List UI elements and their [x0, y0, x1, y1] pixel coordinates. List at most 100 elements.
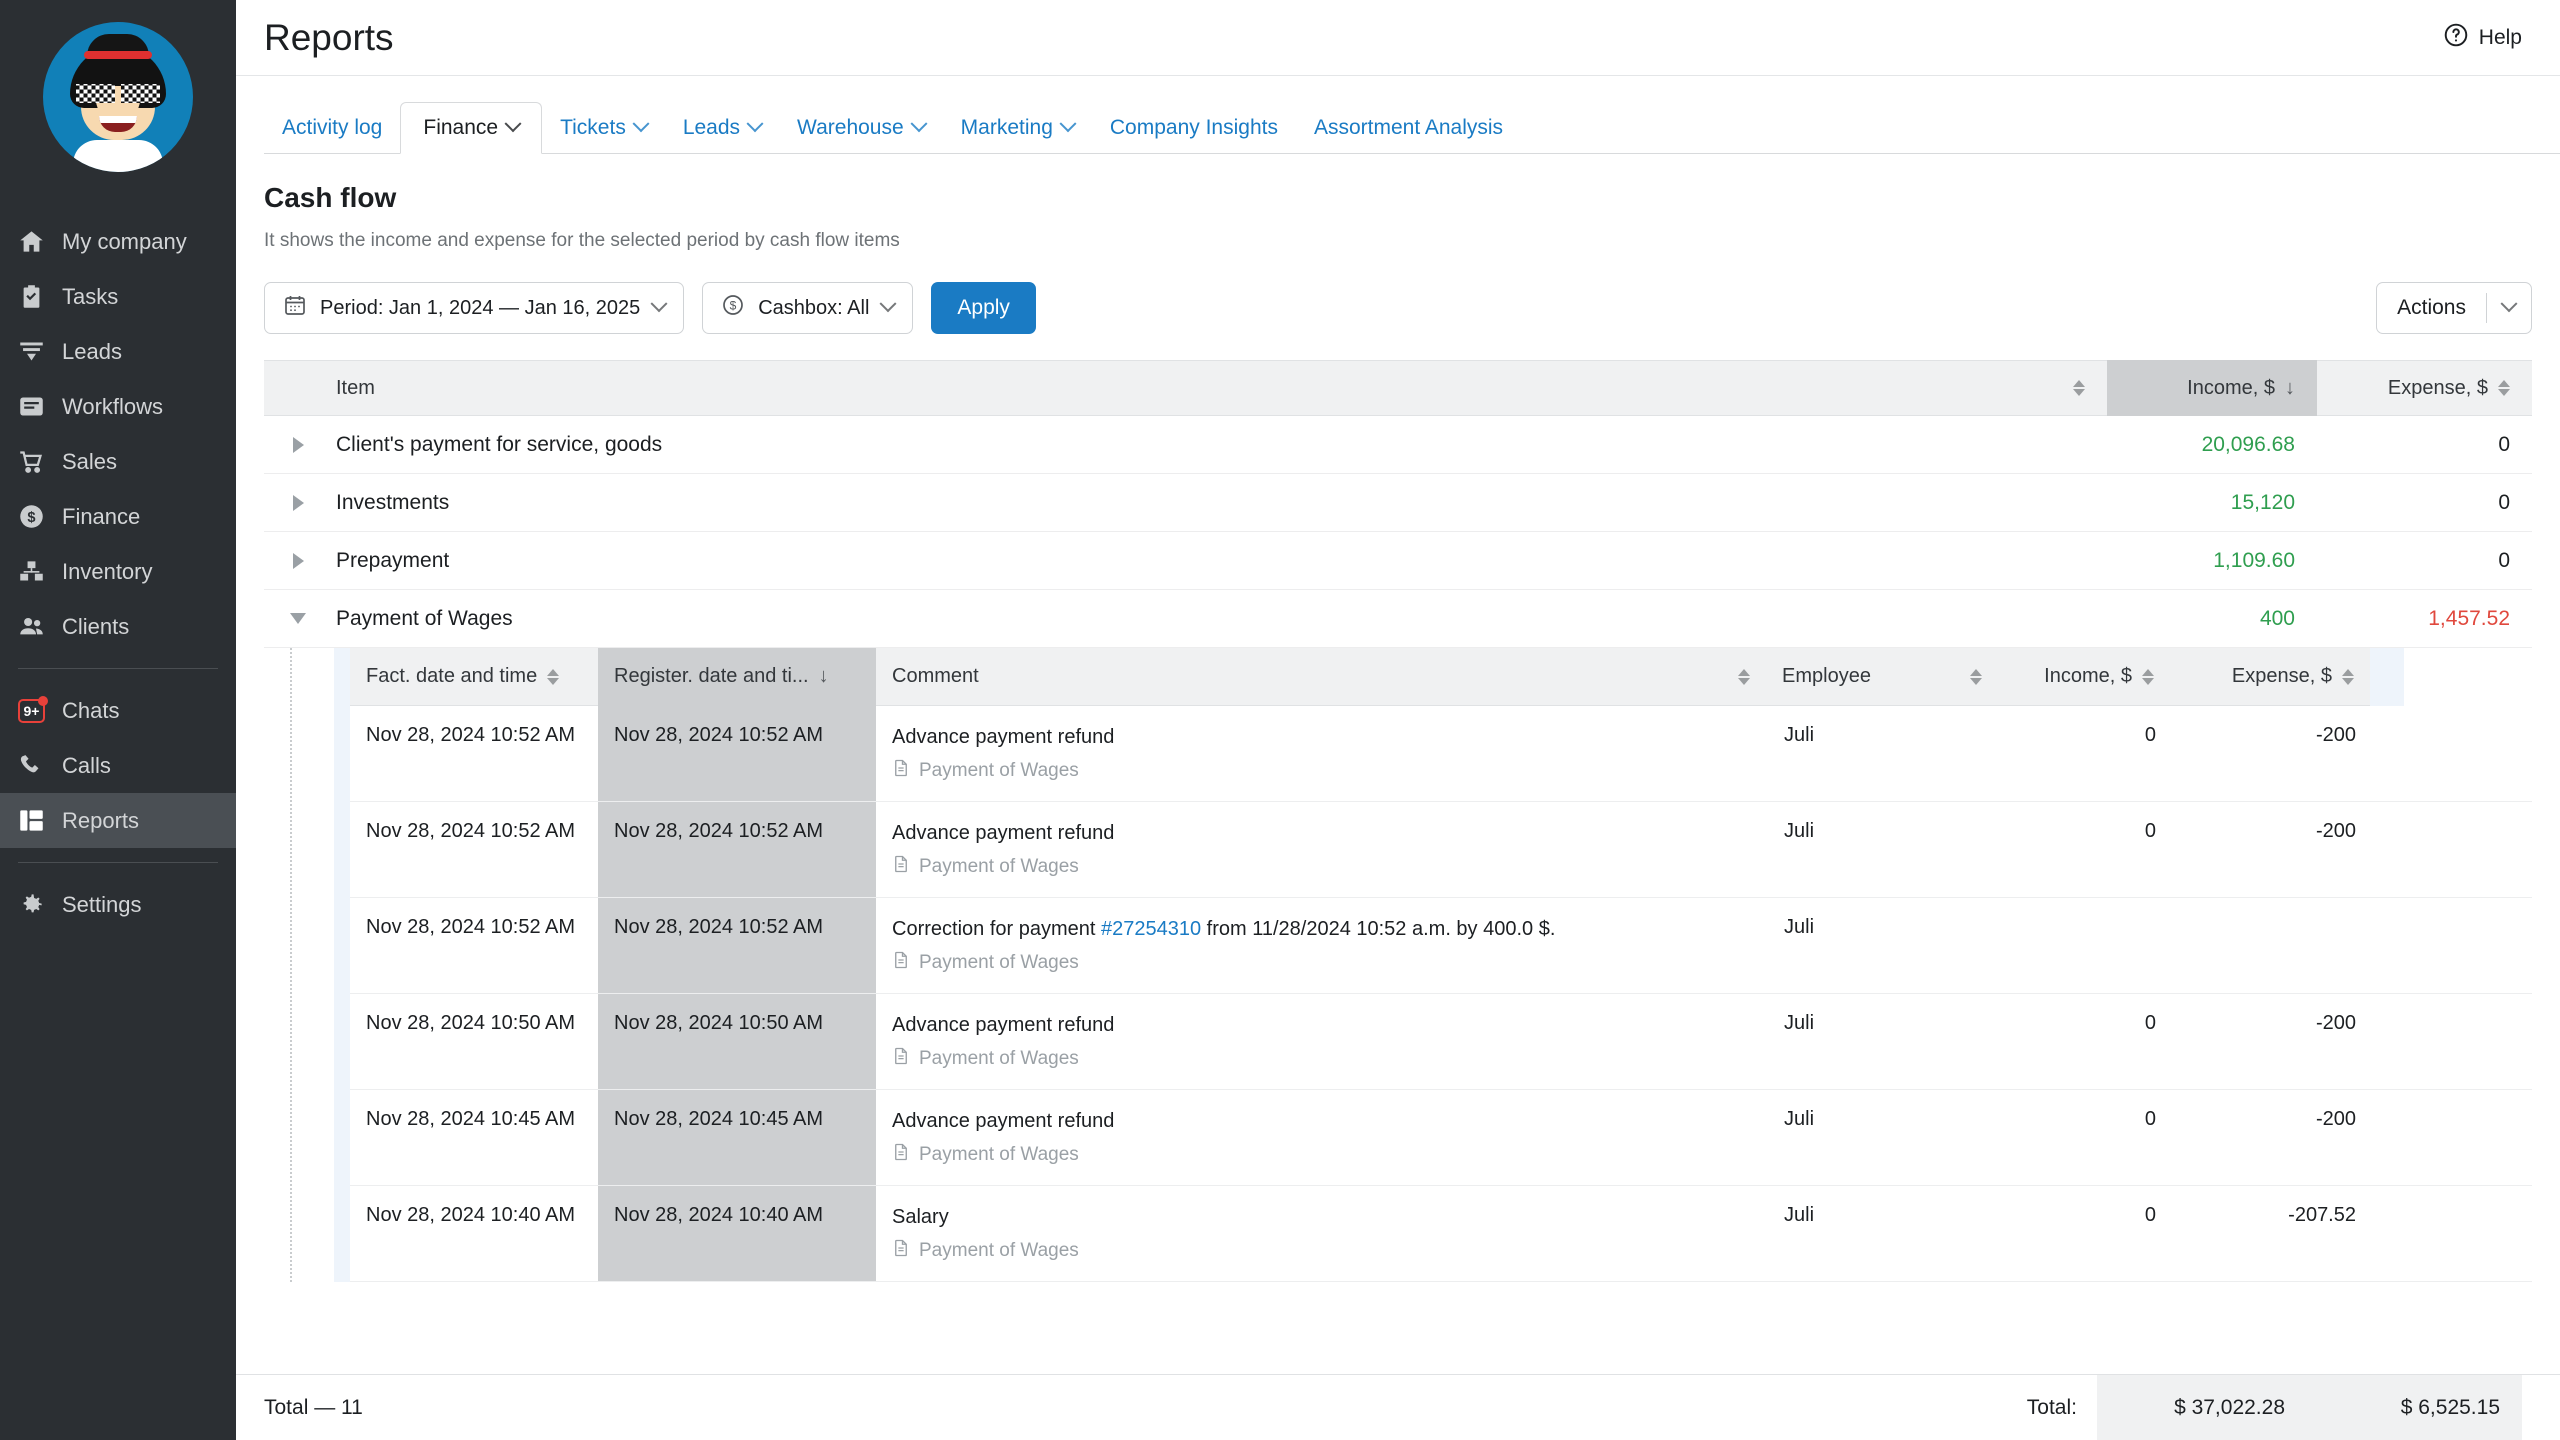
table-row[interactable]: Prepayment 1,109.60 0 [264, 532, 2532, 590]
gear-icon [18, 891, 45, 918]
cell-spacer [2404, 1090, 2532, 1185]
sidebar-item-settings[interactable]: Settings [0, 877, 236, 932]
tab-warehouse[interactable]: Warehouse [779, 102, 943, 154]
sidebar-item-tasks[interactable]: Tasks [0, 269, 236, 324]
table-row[interactable]: Investments 15,120 0 [264, 474, 2532, 532]
column-header-item[interactable]: Item [332, 360, 2107, 416]
cell-sub-expense [2172, 898, 2372, 993]
actions-button[interactable]: Actions [2376, 282, 2532, 334]
sort-toggle-icon[interactable] [547, 668, 560, 685]
sidebar-item-calls[interactable]: Calls [0, 738, 236, 793]
column-header-employee[interactable]: Employee [1766, 648, 1998, 706]
tab-label: Assortment Analysis [1313, 116, 1504, 139]
sidebar-item-sales[interactable]: Sales [0, 434, 236, 489]
column-header-comment[interactable]: Comment [876, 648, 1766, 706]
sidebar-item-leads[interactable]: Leads [0, 324, 236, 379]
cell-employee: Juli [1784, 1204, 1815, 1226]
cell-spacer [2404, 898, 2532, 993]
total-expense-value: $ 6,525.15 [2400, 1395, 2500, 1419]
sidebar-item-workflows[interactable]: Workflows [0, 379, 236, 434]
expand-toggle[interactable] [264, 436, 332, 453]
nested-table-row[interactable]: Nov 28, 2024 10:52 AM Nov 28, 2024 10:52… [350, 706, 2532, 802]
chevron-down-icon [2500, 295, 2518, 313]
column-header-sub-income[interactable]: Income, $ [1998, 648, 2170, 706]
cell-fact-date: Nov 28, 2024 10:52 AM [366, 724, 576, 746]
apply-button[interactable]: Apply [931, 282, 1036, 334]
row-right-rail [2372, 1090, 2404, 1148]
sort-toggle-icon[interactable] [1738, 668, 1750, 685]
sort-toggle-icon[interactable] [1970, 668, 1982, 685]
cashbox-filter-label: Cashbox: All [758, 296, 870, 319]
nested-table-row[interactable]: Nov 28, 2024 10:50 AM Nov 28, 2024 10:50… [350, 994, 2532, 1090]
cart-icon [18, 448, 45, 475]
cell-employee: Juli [1784, 820, 1815, 842]
column-header-sub-expense[interactable]: Expense, $ [2170, 648, 2370, 706]
nested-header-spacer [2404, 647, 2532, 706]
sidebar-item-inventory[interactable]: Inventory [0, 544, 236, 599]
sort-toggle-icon[interactable] [2498, 380, 2510, 396]
tab-finance[interactable]: Finance [400, 102, 543, 154]
table-row[interactable]: Client's payment for service, goods 20,0… [264, 416, 2532, 474]
tab-assortment-analysis[interactable]: Assortment Analysis [1296, 102, 1521, 154]
cell-comment: Advance payment refund Payment of Wages [876, 1090, 1768, 1185]
column-header-register-date[interactable]: Register. date and ti... ↓ [598, 647, 876, 706]
tab-leads[interactable]: Leads [665, 102, 779, 154]
cell-fact-date: Nov 28, 2024 10:40 AM [366, 1204, 576, 1226]
chevron-down-icon [650, 295, 668, 313]
document-icon [892, 759, 910, 783]
sort-toggle-icon[interactable] [2142, 668, 2154, 685]
sort-toggle-icon[interactable] [2073, 380, 2085, 396]
collapse-toggle[interactable] [264, 613, 332, 624]
sidebar-item-label: Leads [62, 338, 122, 364]
phone-icon [18, 752, 45, 779]
column-header-fact-date[interactable]: Fact. date and time [350, 648, 598, 706]
column-header-expense[interactable]: Expense, $ [2317, 360, 2532, 416]
row-right-rail [2372, 802, 2404, 860]
tab-marketing[interactable]: Marketing [943, 102, 1092, 154]
nested-table-row[interactable]: Nov 28, 2024 10:52 AM Nov 28, 2024 10:52… [350, 898, 2532, 994]
period-filter[interactable]: Period: Jan 1, 2024 — Jan 16, 2025 [264, 282, 685, 334]
sidebar-divider-2 [18, 862, 218, 863]
dollar-circle-icon: $ [18, 503, 45, 530]
nested-table-row[interactable]: Nov 28, 2024 10:52 AM Nov 28, 2024 10:52… [350, 802, 2532, 898]
report-title: Cash flow [264, 182, 397, 213]
actions-dropdown-toggle[interactable] [2487, 295, 2531, 314]
sidebar-item-my-company[interactable]: My company [0, 214, 236, 269]
clipboard-check-icon [18, 283, 45, 310]
cell-fact-date: Nov 28, 2024 10:52 AM [366, 820, 576, 842]
chevron-right-icon [292, 436, 304, 453]
cell-register-date: Nov 28, 2024 10:52 AM [598, 706, 876, 801]
workflow-icon [18, 393, 45, 420]
comment-category: Payment of Wages [919, 1048, 1079, 1069]
table-row[interactable]: Payment of Wages 400 1,457.52 [264, 590, 2532, 648]
help-button[interactable]: Help [2443, 22, 2522, 54]
expand-toggle[interactable] [264, 552, 332, 569]
cell-sub-income: 0 [2144, 1108, 2156, 1130]
tree-guide-line [290, 648, 334, 1282]
tab-activity-log[interactable]: Activity log [264, 102, 400, 154]
expand-toggle[interactable] [264, 494, 332, 511]
sort-toggle-icon[interactable] [2342, 668, 2354, 685]
column-header-employee-label: Employee [1782, 665, 1871, 687]
chevron-right-icon [292, 552, 304, 569]
sidebar-item-label: Inventory [62, 558, 153, 584]
column-header-income[interactable]: Income, $ ↓ [2107, 360, 2317, 416]
nested-table-row[interactable]: Nov 28, 2024 10:40 AM Nov 28, 2024 10:40… [350, 1186, 2532, 1282]
cell-fact-date: Nov 28, 2024 10:45 AM [366, 1108, 576, 1130]
cell-employee: Juli [1784, 724, 1815, 746]
boxes-icon [18, 558, 45, 585]
avatar[interactable] [0, 22, 236, 172]
cashbox-filter[interactable]: $ Cashbox: All [702, 282, 914, 334]
cell-register-date: Nov 28, 2024 10:45 AM [598, 1090, 876, 1185]
sidebar-item-chats[interactable]: 9+ Chats [0, 683, 236, 738]
tab-company-insights[interactable]: Company Insights [1092, 102, 1296, 154]
main-panel: Reports Help Activity log Finance Ticket… [236, 0, 2560, 1440]
nested-table-row[interactable]: Nov 28, 2024 10:45 AM Nov 28, 2024 10:45… [350, 1090, 2532, 1186]
cell-fact-date: Nov 28, 2024 10:52 AM [366, 916, 576, 938]
sidebar-item-finance[interactable]: $ Finance [0, 489, 236, 544]
tab-tickets[interactable]: Tickets [542, 102, 665, 154]
sidebar-item-reports[interactable]: Reports [0, 793, 236, 848]
payment-link[interactable]: #27254310 [1101, 918, 1201, 940]
sidebar-item-clients[interactable]: Clients [0, 599, 236, 654]
cell-sub-income [2000, 898, 2172, 993]
